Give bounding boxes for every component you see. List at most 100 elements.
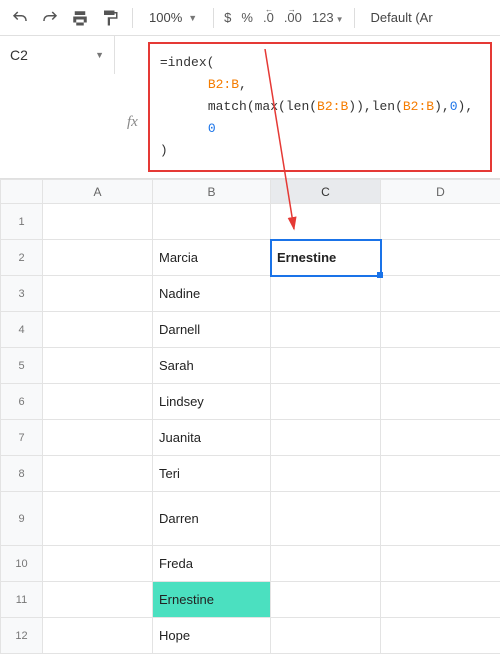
- format-increase-decimal[interactable]: .00→: [284, 10, 302, 25]
- select-all-corner[interactable]: [1, 180, 43, 204]
- cell-B12[interactable]: Hope: [153, 618, 271, 654]
- table-row: 12 Hope: [1, 618, 500, 654]
- table-row: 9 Darren: [1, 492, 500, 546]
- cell-C11[interactable]: [271, 582, 381, 618]
- cell-D10[interactable]: [381, 546, 500, 582]
- row-header[interactable]: 7: [1, 420, 43, 456]
- cell-C10[interactable]: [271, 546, 381, 582]
- cell-B6[interactable]: Lindsey: [153, 384, 271, 420]
- row-header[interactable]: 10: [1, 546, 43, 582]
- separator: [132, 8, 133, 28]
- spreadsheet-grid[interactable]: A B C D 12MarciaErnestine3Nadine4Darnell…: [0, 179, 500, 654]
- row-header[interactable]: 1: [1, 204, 43, 240]
- row-header[interactable]: 12: [1, 618, 43, 654]
- cell-D7[interactable]: [381, 420, 500, 456]
- cell-C6[interactable]: [271, 384, 381, 420]
- cell-D2[interactable]: [381, 240, 500, 276]
- cell-D6[interactable]: [381, 384, 500, 420]
- format-decrease-decimal[interactable]: .0←: [263, 10, 274, 25]
- cell-D8[interactable]: [381, 456, 500, 492]
- cell-D12[interactable]: [381, 618, 500, 654]
- cell-B4[interactable]: Darnell: [153, 312, 271, 348]
- cell-B8[interactable]: Teri: [153, 456, 271, 492]
- cell-B2[interactable]: Marcia: [153, 240, 271, 276]
- format-more[interactable]: 123▼: [312, 10, 344, 25]
- col-header-a[interactable]: A: [43, 180, 153, 204]
- cell-B9[interactable]: Darren: [153, 492, 271, 546]
- cell-B5[interactable]: Sarah: [153, 348, 271, 384]
- print-button[interactable]: [68, 6, 92, 30]
- cell-A1[interactable]: [43, 204, 153, 240]
- formula-input[interactable]: =index( B2:B, match(max(len(B2:B)),len(B…: [148, 42, 492, 172]
- col-header-c[interactable]: C: [271, 180, 381, 204]
- cell-C1[interactable]: [271, 204, 381, 240]
- separator: [213, 8, 214, 28]
- column-header-row: A B C D: [1, 180, 500, 204]
- formula-bar-row: C2 ▼ fx =index( B2:B, match(max(len(B2:B…: [0, 36, 500, 179]
- cell-B1[interactable]: [153, 204, 271, 240]
- format-percent[interactable]: %: [241, 10, 253, 25]
- separator: [354, 8, 355, 28]
- paint-format-button[interactable]: [98, 6, 122, 30]
- cell-A9[interactable]: [43, 492, 153, 546]
- cell-B11[interactable]: Ernestine: [153, 582, 271, 618]
- row-header[interactable]: 5: [1, 348, 43, 384]
- cell-C8[interactable]: [271, 456, 381, 492]
- cell-A12[interactable]: [43, 618, 153, 654]
- cell-D1[interactable]: [381, 204, 500, 240]
- chevron-down-icon: ▼: [336, 15, 344, 24]
- cell-D9[interactable]: [381, 492, 500, 546]
- cell-D4[interactable]: [381, 312, 500, 348]
- col-header-d[interactable]: D: [381, 180, 500, 204]
- format-currency[interactable]: $: [224, 10, 231, 25]
- cell-B10[interactable]: Freda: [153, 546, 271, 582]
- row-header[interactable]: 6: [1, 384, 43, 420]
- cell-A5[interactable]: [43, 348, 153, 384]
- number-format-group: $ % .0← .00→ 123▼: [224, 10, 343, 25]
- row-header[interactable]: 9: [1, 492, 43, 546]
- row-header[interactable]: 3: [1, 276, 43, 312]
- fx-icon: fx: [127, 114, 138, 131]
- cell-D3[interactable]: [381, 276, 500, 312]
- chevron-down-icon: ▼: [188, 13, 197, 23]
- name-box[interactable]: C2 ▼: [0, 36, 115, 74]
- col-header-b[interactable]: B: [153, 180, 271, 204]
- cell-C5[interactable]: [271, 348, 381, 384]
- name-box-value: C2: [10, 47, 28, 63]
- cell-C12[interactable]: [271, 618, 381, 654]
- table-row: 7 Juanita: [1, 420, 500, 456]
- table-row: 4 Darnell: [1, 312, 500, 348]
- table-row: 1: [1, 204, 500, 240]
- table-row: 5 Sarah: [1, 348, 500, 384]
- cell-A4[interactable]: [43, 312, 153, 348]
- cell-C4[interactable]: [271, 312, 381, 348]
- toolbar: 100% ▼ $ % .0← .00→ 123▼ Default (Ar: [0, 0, 500, 36]
- formula-area: fx =index( B2:B, match(max(len(B2:B)),le…: [115, 36, 500, 178]
- cell-C7[interactable]: [271, 420, 381, 456]
- table-row: 11 Ernestine: [1, 582, 500, 618]
- undo-button[interactable]: [8, 6, 32, 30]
- cell-A10[interactable]: [43, 546, 153, 582]
- cell-A11[interactable]: [43, 582, 153, 618]
- cell-C2[interactable]: Ernestine: [271, 240, 381, 276]
- cell-D11[interactable]: [381, 582, 500, 618]
- cell-A8[interactable]: [43, 456, 153, 492]
- cell-B3[interactable]: Nadine: [153, 276, 271, 312]
- row-header[interactable]: 2: [1, 240, 43, 276]
- cell-C3[interactable]: [271, 276, 381, 312]
- row-header[interactable]: 8: [1, 456, 43, 492]
- redo-button[interactable]: [38, 6, 62, 30]
- cell-C9[interactable]: [271, 492, 381, 546]
- table-row: 2 MarciaErnestine: [1, 240, 500, 276]
- cell-A2[interactable]: [43, 240, 153, 276]
- cell-D5[interactable]: [381, 348, 500, 384]
- cell-B7[interactable]: Juanita: [153, 420, 271, 456]
- zoom-dropdown[interactable]: 100% ▼: [143, 6, 203, 30]
- row-header[interactable]: 4: [1, 312, 43, 348]
- chevron-down-icon: ▼: [95, 50, 104, 60]
- cell-A7[interactable]: [43, 420, 153, 456]
- cell-A6[interactable]: [43, 384, 153, 420]
- cell-A3[interactable]: [43, 276, 153, 312]
- font-selector[interactable]: Default (Ar: [371, 10, 433, 25]
- row-header[interactable]: 11: [1, 582, 43, 618]
